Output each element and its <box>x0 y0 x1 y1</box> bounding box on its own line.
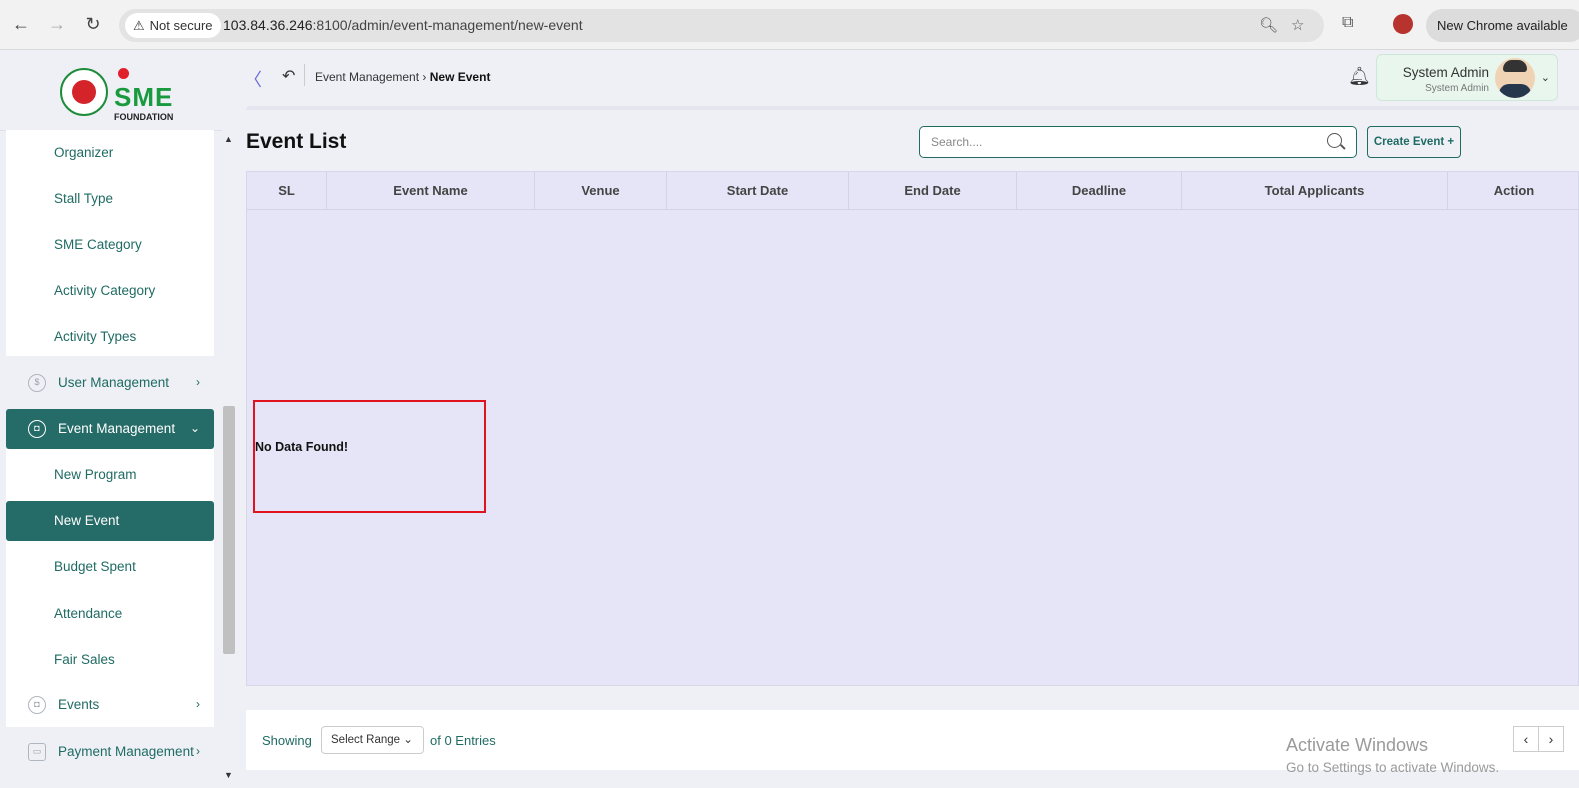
sidebar-item-activity-types[interactable]: Activity Types <box>54 329 136 344</box>
next-page-button[interactable]: › <box>1538 726 1564 752</box>
column-header-venue[interactable]: Venue <box>535 172 667 210</box>
column-header-start-date[interactable]: Start Date <box>667 172 849 210</box>
zoom-icon[interactable]: 🔍︎ <box>1259 16 1278 34</box>
sidebar-item-user-management[interactable]: $ User Management › <box>6 363 214 403</box>
sidebar-item-payment-management[interactable]: ▭ Payment Management › <box>6 732 214 772</box>
chevron-down-icon: ⌄ <box>1540 72 1550 84</box>
column-header-action[interactable]: Action <box>1448 172 1579 210</box>
sidebar-item-attendance[interactable]: Attendance <box>54 606 122 621</box>
chevron-right-icon: › <box>196 697 200 711</box>
content-top-edge <box>246 106 1579 110</box>
sidebar-item-event-management[interactable]: ◘ Event Management ⌄ <box>6 409 214 449</box>
chevron-right-icon: › <box>196 744 200 758</box>
sidebar-item-events[interactable]: ◘ Events › <box>6 685 214 725</box>
empty-state-message: No Data Found! <box>255 440 349 454</box>
payment-card-icon: ▭ <box>28 743 46 761</box>
logo-dot <box>118 68 129 79</box>
shield-icon: $ <box>28 374 46 392</box>
column-header-total-applicants[interactable]: Total Applicants <box>1182 172 1448 210</box>
sidebar-item-new-event[interactable]: New Event <box>6 501 214 541</box>
back-arrow-icon[interactable]: ← <box>10 14 32 35</box>
chevron-left-icon: ‹ <box>1523 731 1529 747</box>
sidebar-item-budget-spent[interactable]: Budget Spent <box>54 559 136 574</box>
security-indicator[interactable]: ⚠ Not secure <box>125 13 221 38</box>
create-event-button[interactable]: Create Event + <box>1367 126 1461 158</box>
sidebar-scrollbar-thumb[interactable] <box>223 406 235 654</box>
scroll-down-icon[interactable]: ▼ <box>224 770 233 780</box>
chevron-down-icon: ⌄ <box>189 421 200 435</box>
sme-foundation-logo[interactable]: SME FOUNDATION <box>56 64 186 122</box>
bell-icon[interactable]: 🔔︎ <box>1348 66 1371 87</box>
sidebar-item-stall-type[interactable]: Stall Type <box>54 191 113 206</box>
sidebar-item-fair-sales[interactable]: Fair Sales <box>54 652 115 667</box>
bookmark-star-icon[interactable]: ☆ <box>1291 16 1304 34</box>
range-select[interactable]: Select Range ⌄ <box>321 726 424 754</box>
search-input[interactable] <box>931 127 1311 157</box>
prev-page-button[interactable]: ‹ <box>1513 726 1539 752</box>
user-role: System Admin <box>1425 83 1489 94</box>
column-header-event-name[interactable]: Event Name <box>327 172 535 210</box>
avatar <box>1495 58 1535 98</box>
warning-icon: ⚠ <box>133 18 145 33</box>
table-header: SL Event Name Venue Start Date End Date … <box>247 172 1579 210</box>
breadcrumb-current: New Event <box>429 70 491 84</box>
url-text: 103.84.36.246:8100/admin/event-managemen… <box>223 17 583 33</box>
column-header-sl[interactable]: SL <box>247 172 327 210</box>
entries-count: of 0 Entries <box>430 733 496 748</box>
reload-icon[interactable]: ↻ <box>82 14 104 35</box>
top-bar: 〈 ↶ Event Management › New Event 🔔︎ Syst… <box>238 50 1579 106</box>
sidebar-item-sme-category[interactable]: SME Category <box>54 237 142 252</box>
logo-subtext: FOUNDATION <box>114 112 174 122</box>
chevron-down-icon: ⌄ <box>403 734 413 746</box>
extensions-icon[interactable]: ⧉ <box>1342 14 1353 32</box>
windows-activation-title: Activate Windows <box>1286 735 1429 755</box>
empty-state-highlight <box>253 400 486 513</box>
lock-icon: ◘ <box>28 420 46 438</box>
logo-text: SME <box>114 82 174 112</box>
sidebar-item-organizer[interactable]: Organizer <box>54 145 113 160</box>
user-menu[interactable]: System Admin System Admin ⌄ <box>1376 54 1558 101</box>
column-header-deadline[interactable]: Deadline <box>1017 172 1182 210</box>
windows-activation-subtitle: Go to Settings to activate Windows. <box>1286 760 1500 775</box>
search-icon[interactable] <box>1327 133 1342 148</box>
page-title: Event List <box>246 130 347 153</box>
column-header-end-date[interactable]: End Date <box>849 172 1017 210</box>
chevron-right-icon: › <box>1548 731 1554 747</box>
breadcrumb-parent[interactable]: Event Management <box>315 70 419 84</box>
scroll-up-icon[interactable]: ▲ <box>224 134 233 144</box>
collapse-sidebar-icon[interactable]: 〈 <box>244 66 262 92</box>
govt-emblem-icon <box>60 68 108 116</box>
sidebar: SME FOUNDATION Organizer Stall Type SME … <box>0 50 238 788</box>
breadcrumb-separator-line <box>304 64 305 86</box>
address-bar[interactable]: ⚠ Not secure 103.84.36.246:8100/admin/eve… <box>119 9 1324 42</box>
chrome-update-button[interactable]: New Chrome available <box>1426 9 1579 42</box>
chevron-right-icon: › <box>196 375 200 389</box>
user-name: System Admin <box>1402 65 1489 80</box>
sidebar-item-new-program[interactable]: New Program <box>54 467 137 482</box>
lock-icon: ◘ <box>28 696 46 714</box>
range-select-value: Select Range <box>331 734 401 746</box>
breadcrumb: Event Management › New Event <box>315 70 490 84</box>
showing-label: Showing <box>262 733 312 748</box>
sidebar-item-label: New Event <box>54 513 120 528</box>
browser-toolbar: ← → ↻ ⚠ Not secure 103.84.36.246:8100/adm… <box>0 0 1579 50</box>
search-box <box>919 126 1357 158</box>
sidebar-item-activity-category[interactable]: Activity Category <box>54 283 155 298</box>
profile-avatar[interactable] <box>1393 14 1413 34</box>
forward-arrow-icon[interactable]: → <box>46 14 68 35</box>
event-table: SL Event Name Venue Start Date End Date … <box>246 171 1579 686</box>
undo-back-icon[interactable]: ↶ <box>282 66 295 86</box>
chevron-right-icon: › <box>422 70 430 84</box>
